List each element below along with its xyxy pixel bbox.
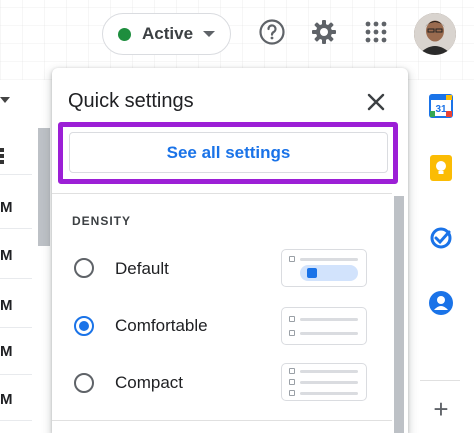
apps-grid-icon[interactable] bbox=[361, 17, 391, 47]
list-item-time[interactable]: M bbox=[0, 297, 14, 314]
density-compact-label[interactable]: Compact bbox=[115, 373, 183, 393]
density-compact-radio[interactable] bbox=[74, 373, 94, 393]
collapse-caret-icon[interactable] bbox=[0, 97, 10, 103]
svg-text:31: 31 bbox=[435, 104, 447, 115]
list-item-time[interactable]: M bbox=[0, 391, 14, 408]
side-panel-divider bbox=[420, 380, 460, 381]
list-divider bbox=[0, 228, 32, 229]
panel-title: Quick settings bbox=[68, 90, 194, 112]
add-app-icon[interactable]: + bbox=[428, 394, 454, 424]
status-label: Active bbox=[142, 24, 194, 43]
tasks-icon[interactable] bbox=[428, 225, 454, 251]
list-item-time[interactable]: M bbox=[0, 343, 14, 360]
account-avatar[interactable] bbox=[414, 13, 456, 55]
list-item-time[interactable]: M bbox=[0, 247, 14, 264]
list-item-time[interactable]: M bbox=[0, 199, 14, 216]
density-default-label[interactable]: Default bbox=[115, 259, 169, 279]
settings-gear-icon[interactable] bbox=[309, 17, 339, 47]
caret-down-icon bbox=[203, 31, 216, 37]
document-icon bbox=[307, 268, 317, 278]
section-divider bbox=[52, 420, 392, 421]
calendar-icon[interactable]: 31 bbox=[428, 93, 454, 119]
quick-settings-panel: Quick settings See all settings DENSITY … bbox=[52, 68, 408, 433]
density-default-radio[interactable] bbox=[74, 258, 94, 278]
density-comfortable-radio[interactable] bbox=[74, 316, 94, 336]
status-selector[interactable]: Active bbox=[102, 13, 231, 55]
keep-icon[interactable] bbox=[428, 155, 454, 181]
list-divider bbox=[0, 374, 32, 375]
density-default-preview[interactable] bbox=[281, 249, 367, 287]
list-scrollbar[interactable] bbox=[38, 128, 50, 246]
help-icon[interactable] bbox=[257, 17, 287, 47]
list-divider bbox=[0, 174, 32, 175]
list-divider bbox=[0, 420, 32, 421]
more-vertical-icon[interactable] bbox=[0, 148, 4, 166]
list-divider bbox=[0, 278, 32, 279]
see-all-settings-button[interactable]: See all settings bbox=[69, 132, 388, 173]
density-comfortable-label[interactable]: Comfortable bbox=[115, 316, 208, 336]
list-divider bbox=[0, 327, 32, 328]
contacts-icon[interactable] bbox=[428, 290, 454, 316]
density-section-label: DENSITY bbox=[72, 214, 132, 228]
panel-scrollbar[interactable] bbox=[394, 196, 404, 433]
density-compact-preview[interactable] bbox=[281, 363, 367, 401]
section-divider bbox=[52, 193, 392, 194]
density-comfortable-preview[interactable] bbox=[281, 307, 367, 345]
close-icon[interactable] bbox=[365, 91, 387, 113]
active-status-dot bbox=[118, 27, 131, 41]
